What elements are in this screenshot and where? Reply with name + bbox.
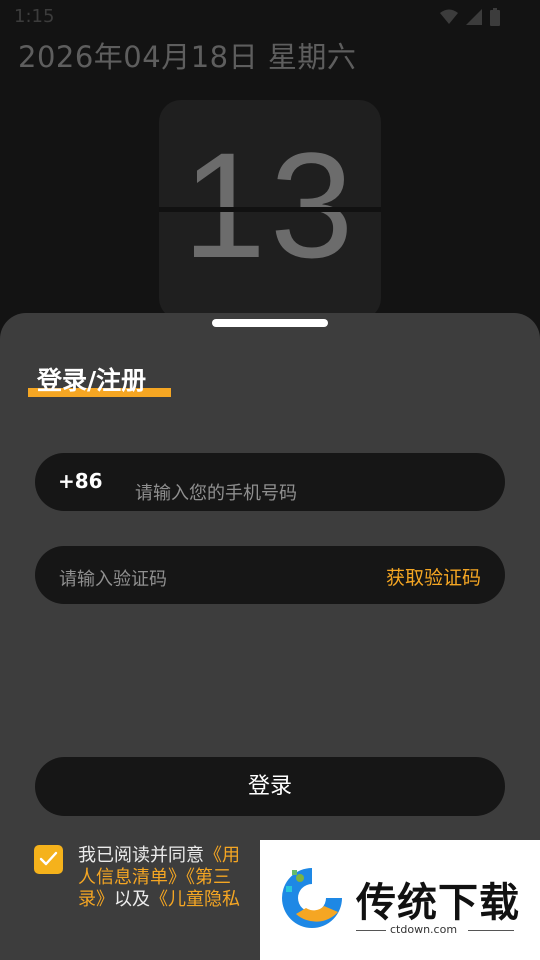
personal-info-link[interactable]: 人信息清单》《第三 bbox=[78, 867, 231, 888]
phone-input[interactable] bbox=[135, 480, 455, 506]
clock-digits: 13 bbox=[182, 121, 358, 289]
sheet-handle[interactable] bbox=[212, 319, 328, 327]
agreement-text: 我已阅读并同意《用 人信息清单》《第三 录》以及《儿童隐私 bbox=[78, 845, 264, 915]
watermark-url: ctdown.com bbox=[390, 923, 458, 936]
directory-link[interactable]: 录》 bbox=[78, 889, 114, 910]
flip-clock: 13 bbox=[159, 100, 381, 320]
agreement-prefix: 我已阅读并同意 bbox=[78, 845, 204, 866]
status-time: 1:15 bbox=[14, 6, 55, 27]
date-label: 2026年04月18日 星期六 bbox=[18, 40, 357, 74]
agreement-middle: 以及 bbox=[114, 889, 150, 910]
child-privacy-link[interactable]: 《儿童隐私 bbox=[150, 889, 240, 910]
user-agreement-link[interactable]: 《用 bbox=[204, 845, 240, 866]
country-code[interactable]: +86 bbox=[58, 469, 103, 493]
check-icon bbox=[39, 851, 58, 866]
status-icons bbox=[440, 8, 500, 26]
watermark-rule-right bbox=[468, 930, 514, 931]
watermark-logo-icon bbox=[282, 868, 342, 928]
watermark-name: 传统下载 bbox=[356, 880, 520, 926]
phone-field[interactable]: +86 bbox=[35, 453, 505, 511]
code-field[interactable]: 获取验证码 bbox=[35, 546, 505, 604]
wifi-icon bbox=[440, 9, 458, 24]
watermark: 传统下载 ctdown.com bbox=[260, 840, 540, 960]
code-input[interactable] bbox=[59, 566, 359, 592]
signal-icon bbox=[466, 9, 482, 25]
watermark-rule-left bbox=[356, 930, 386, 931]
agreement-checkbox[interactable] bbox=[34, 845, 63, 874]
agreement-row: 我已阅读并同意《用 人信息清单》《第三 录》以及《儿童隐私 bbox=[34, 845, 264, 915]
flip-divider bbox=[159, 207, 381, 212]
battery-icon bbox=[490, 8, 500, 26]
login-title: 登录/注册 bbox=[28, 361, 171, 399]
get-code-button[interactable]: 获取验证码 bbox=[386, 563, 481, 590]
login-title-text: 登录/注册 bbox=[37, 366, 147, 395]
login-button[interactable]: 登录 bbox=[35, 757, 505, 816]
